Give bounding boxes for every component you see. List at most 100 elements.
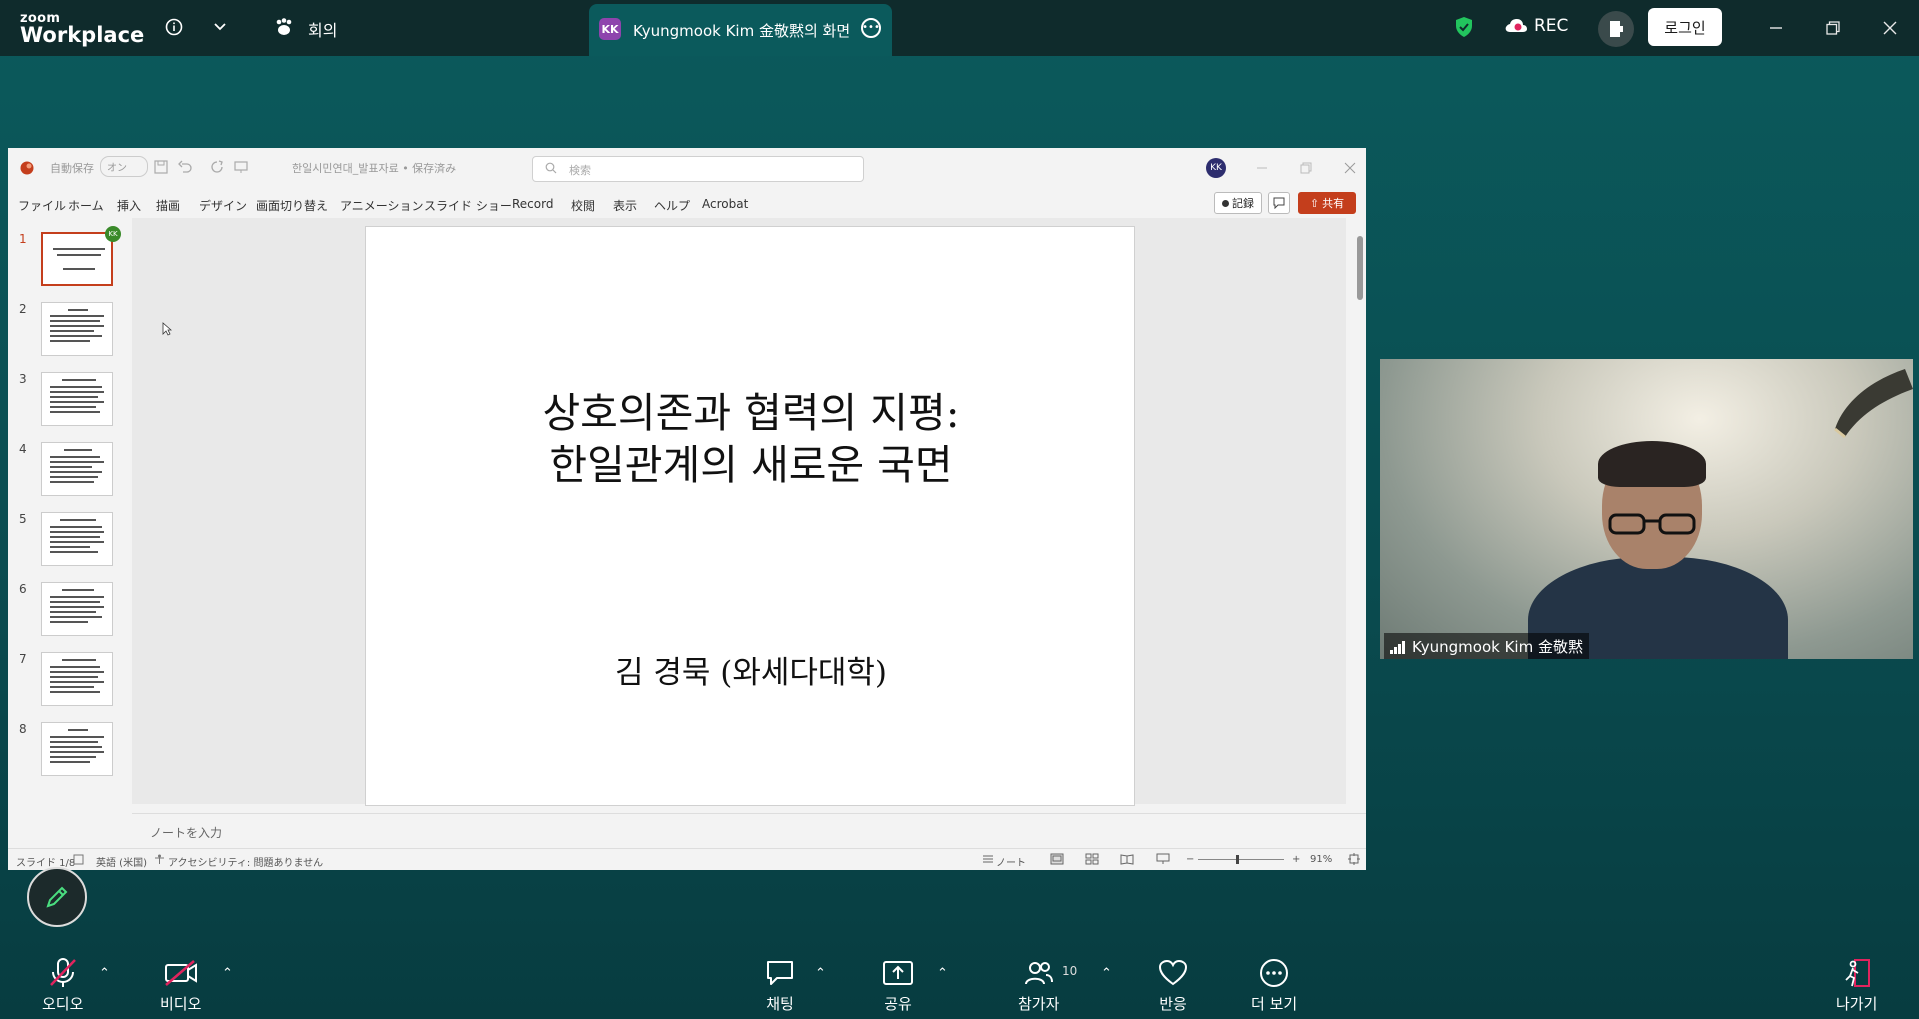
audio-button[interactable]: 오디오 (42, 955, 83, 1014)
meeting-info-icon[interactable] (160, 13, 188, 41)
slide-sorter-icon[interactable] (1085, 853, 1099, 865)
menu-transitions[interactable]: 画面切り替え (256, 197, 328, 214)
slide-thumbnail[interactable] (41, 582, 113, 636)
slide-thumbnail-pane: 1 KK 2 3 4 5 6 7 8 (8, 224, 132, 804)
security-shield-icon[interactable] (1450, 13, 1478, 41)
slide-thumbnail[interactable] (41, 722, 113, 776)
slide-thumbnail[interactable] (41, 442, 113, 496)
normal-view-icon[interactable] (1050, 853, 1064, 865)
file-title[interactable]: 한일시민연대_발표자료 • 保存済み (292, 160, 456, 176)
zoom-slider[interactable] (1198, 855, 1284, 864)
participants-options-icon[interactable]: ⌃ (1101, 966, 1112, 981)
menu-review[interactable]: 校閲 (571, 197, 595, 214)
notes-icon (983, 855, 993, 863)
restore-icon[interactable] (1819, 14, 1847, 42)
autosave-toggle[interactable]: オン (100, 156, 148, 177)
thumb-number: 8 (19, 722, 27, 736)
chat-icon (760, 955, 800, 991)
pencil-icon (46, 886, 68, 908)
ppt-close-icon[interactable] (1344, 162, 1356, 174)
reactions-button[interactable]: 반응 (1153, 955, 1193, 1014)
scrollbar-thumb[interactable] (1357, 236, 1363, 300)
spellcheck-icon[interactable] (73, 854, 84, 865)
zoom-slider-thumb[interactable] (1236, 855, 1239, 864)
meeting-label[interactable]: 회의 (308, 17, 337, 41)
comments-icon[interactable] (1268, 192, 1290, 214)
record-button[interactable]: 記録 (1214, 192, 1262, 214)
screen-share-tab[interactable]: KK Kyungmook Kim 金敬黙의 화면 ••• (589, 4, 892, 56)
menu-insert[interactable]: 挿入 (117, 197, 141, 214)
present-icon[interactable] (234, 160, 248, 174)
menu-record[interactable]: Record (512, 197, 553, 211)
participants-button[interactable]: 참가자 (1018, 955, 1059, 1014)
audio-options-icon[interactable]: ⌃ (99, 966, 110, 981)
annotate-pen-button[interactable] (27, 867, 87, 927)
notes-button[interactable]: ノート (996, 854, 1026, 869)
signal-bars-icon (1390, 640, 1405, 654)
video-label: 비디오 (160, 995, 202, 1013)
notes-pane[interactable]: ノートを入力 (132, 813, 1366, 848)
menu-slideshow[interactable]: スライド ショー (424, 197, 512, 214)
chat-options-icon[interactable]: ⌃ (815, 966, 826, 981)
share-options-icon[interactable]: ⌃ (937, 966, 948, 981)
zoom-in-icon[interactable]: + (1292, 854, 1300, 865)
slide-scrollbar[interactable] (1354, 224, 1366, 804)
menu-draw[interactable]: 描画 (156, 197, 180, 214)
accessibility-status[interactable]: アクセシビリティ: 問題ありません (168, 854, 323, 869)
leave-button[interactable]: 나가기 (1836, 955, 1877, 1014)
chevron-down-icon[interactable] (206, 13, 234, 41)
thumb-number: 3 (19, 372, 27, 386)
more-button[interactable]: 더 보기 (1251, 955, 1297, 1014)
minimize-icon[interactable] (1762, 14, 1790, 42)
fit-slide-icon[interactable] (1348, 853, 1360, 865)
zoom-top-bar: zoom Workplace 회의 KK Kyungmook Kim 金敬黙의 … (0, 0, 1919, 56)
search-icon (545, 162, 557, 174)
slide-thumbnail[interactable] (41, 372, 113, 426)
more-icon (1254, 955, 1294, 991)
close-icon[interactable] (1876, 14, 1904, 42)
ppt-status-bar: スライド 1/8 英語 (米国) アクセシビリティ: 問題ありません ノート −… (8, 848, 1366, 870)
redo-icon[interactable] (210, 160, 224, 174)
menu-animations[interactable]: アニメーション (340, 197, 424, 214)
participants-label: 참가자 (1018, 995, 1060, 1013)
menu-acrobat[interactable]: Acrobat (702, 197, 748, 211)
save-icon[interactable] (154, 160, 168, 174)
current-slide[interactable]: 상호의존과 협력의 지평: 한일관계의 새로운 국면 김 경묵 (와세다대학) (365, 226, 1135, 806)
speaker-video-tile[interactable]: Kyungmook Kim 金敬黙 (1380, 359, 1913, 659)
ppt-search-input[interactable]: 検索 (532, 156, 864, 182)
share-label: 共有 (1322, 197, 1345, 210)
slide-thumbnail[interactable] (41, 652, 113, 706)
share-arrow-icon: ⇧ (1309, 196, 1320, 210)
chat-label: 채팅 (766, 995, 794, 1013)
recording-indicator[interactable]: REC (1504, 16, 1568, 36)
share-screen-button[interactable]: 공유 (878, 955, 918, 1014)
ppt-user-avatar[interactable]: KK (1206, 158, 1226, 178)
slide-title[interactable]: 상호의존과 협력의 지평: 한일관계의 새로운 국면 (366, 387, 1136, 491)
chat-button[interactable]: 채팅 (760, 955, 800, 1014)
ppt-minimize-icon[interactable] (1256, 162, 1268, 174)
slide-author[interactable]: 김 경묵 (와세다대학) (366, 647, 1136, 692)
slide-thumbnail[interactable] (41, 302, 113, 356)
thumb-author-badge: KK (105, 226, 121, 242)
slide-counter: スライド 1/8 (16, 858, 76, 869)
menu-view[interactable]: 表示 (613, 197, 637, 214)
menu-design[interactable]: デザイン (199, 197, 247, 214)
profile-avatar-button[interactable] (1598, 11, 1634, 47)
slideshow-view-icon[interactable] (1156, 853, 1170, 865)
slide-thumbnail[interactable] (41, 512, 113, 566)
zoom-out-icon[interactable]: − (1186, 854, 1194, 865)
menu-help[interactable]: ヘルプ (654, 197, 690, 214)
zoom-level[interactable]: 91% (1310, 854, 1332, 865)
menu-home[interactable]: ホーム (68, 197, 104, 214)
reading-view-icon[interactable] (1120, 853, 1134, 865)
share-button[interactable]: ⇧ 共有 (1298, 192, 1356, 214)
slide-thumbnail[interactable] (41, 232, 113, 286)
undo-icon[interactable] (178, 160, 192, 174)
language-status[interactable]: 英語 (米国) (96, 854, 147, 869)
video-button[interactable]: 비디오 (160, 955, 201, 1014)
menu-file[interactable]: ファイル (18, 197, 66, 214)
ppt-restore-icon[interactable] (1300, 162, 1312, 174)
share-more-icon[interactable]: ••• (861, 18, 881, 38)
login-button[interactable]: 로그인 (1648, 8, 1722, 46)
video-options-icon[interactable]: ⌃ (222, 966, 233, 981)
